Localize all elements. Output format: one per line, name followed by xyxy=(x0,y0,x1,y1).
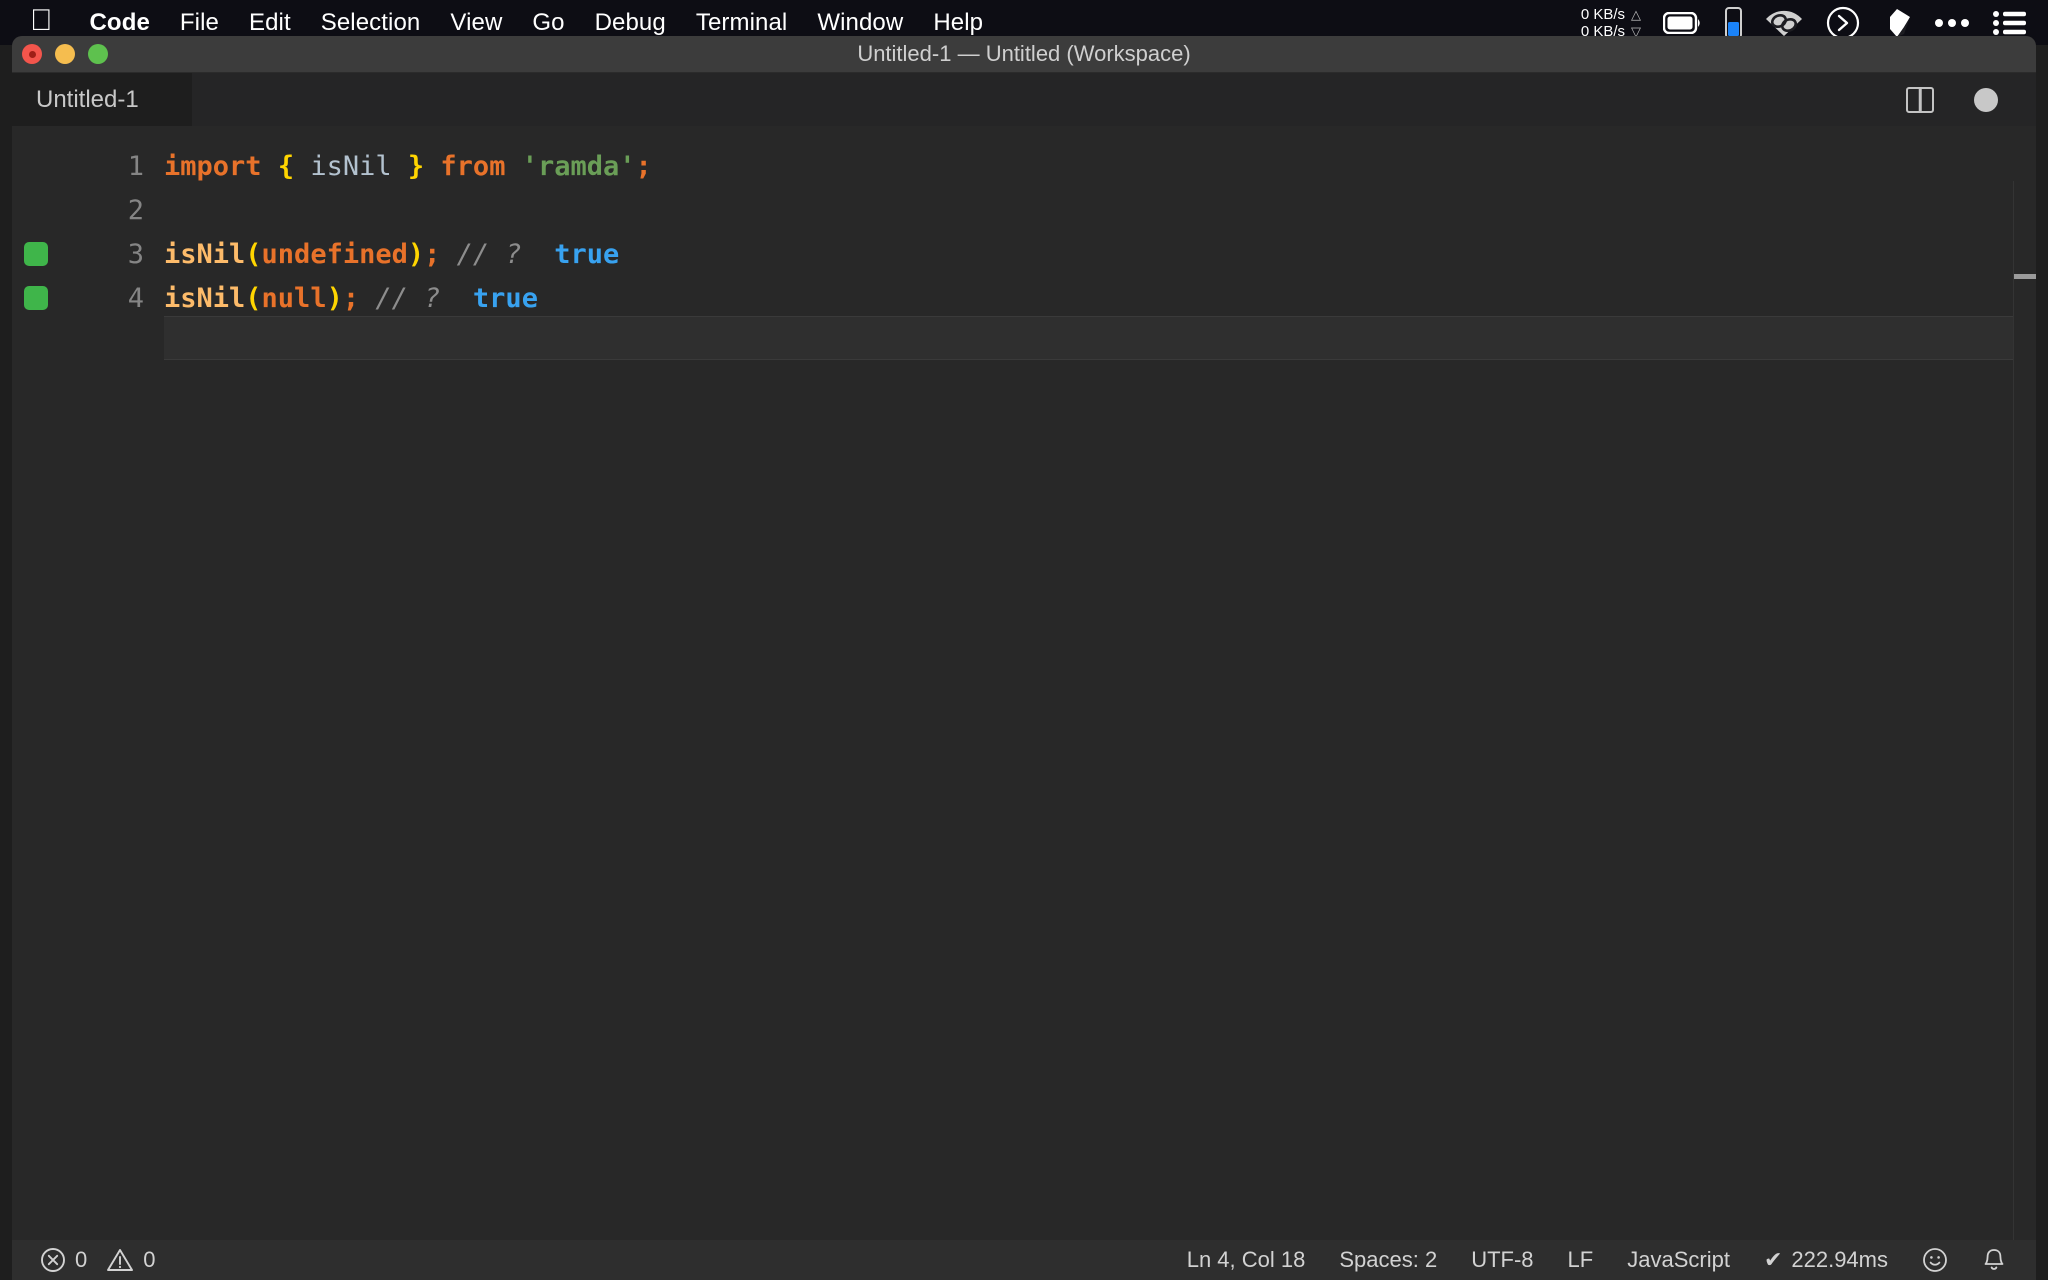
smiley-icon xyxy=(1923,1248,1947,1272)
airdrop-link-icon[interactable] xyxy=(1764,8,1804,38)
language-mode[interactable]: JavaScript xyxy=(1627,1247,1730,1273)
code-line-2[interactable]: 2 xyxy=(12,188,2036,232)
zoom-window-button[interactable] xyxy=(88,44,108,64)
apple-logo-icon[interactable]:  xyxy=(30,5,53,36)
shell-prompt-icon[interactable] xyxy=(1826,6,1860,40)
code-line-4[interactable]: 4 isNil(null); // ? true xyxy=(12,276,2036,320)
error-circle-icon xyxy=(41,1248,65,1272)
indentation-setting[interactable]: Spaces: 2 xyxy=(1339,1247,1437,1273)
encoding-setting[interactable]: UTF-8 xyxy=(1471,1247,1533,1273)
dropbox-icon[interactable] xyxy=(1882,7,1912,39)
quokka-runtime-indicator[interactable]: ✔ 222.94ms xyxy=(1764,1247,1888,1273)
line-number: 4 xyxy=(127,282,144,314)
menu-item-edit[interactable]: Edit xyxy=(234,9,306,37)
warning-triangle-icon xyxy=(107,1249,134,1271)
feedback-button[interactable] xyxy=(1922,1247,1948,1273)
menu-item-go[interactable]: Go xyxy=(517,9,579,37)
window-titlebar: Untitled-1 — Untitled (Workspace) xyxy=(12,36,2036,73)
status-bar-left: 0 0 xyxy=(12,1247,156,1273)
notifications-button[interactable] xyxy=(1982,1247,2006,1273)
upload-arrow-icon: △ xyxy=(1631,6,1641,22)
eol-setting[interactable]: LF xyxy=(1568,1247,1594,1273)
window-title: Untitled-1 — Untitled (Workspace) xyxy=(857,41,1191,66)
network-speed-indicator[interactable]: 0 KB/s △ 0 KB/s ▽ xyxy=(1581,6,1641,40)
menu-bar-status-icons: 0 KB/s △ 0 KB/s ▽ xyxy=(1581,6,2048,40)
menu-item-view[interactable]: View xyxy=(435,9,517,37)
line-number: 1 xyxy=(127,150,144,182)
status-bar-right: Ln 4, Col 18 Spaces: 2 UTF-8 LF JavaScri… xyxy=(1187,1247,2036,1273)
upload-speed: 0 KB/s xyxy=(1580,5,1625,23)
error-count: 0 xyxy=(75,1247,88,1272)
traffic-lights xyxy=(22,44,108,64)
line-content: import { isNil } from 'ramda'; xyxy=(164,150,652,182)
minimize-window-button[interactable] xyxy=(55,44,75,64)
line-content: isNil(undefined); // ? true xyxy=(164,238,620,270)
editor-actions xyxy=(1906,73,2036,126)
current-line-highlight xyxy=(164,316,2014,360)
line-content: isNil(null); // ? true xyxy=(164,282,538,314)
menu-item-selection[interactable]: Selection xyxy=(306,9,436,37)
menu-item-file[interactable]: File xyxy=(165,9,234,37)
check-icon: ✔ xyxy=(1763,1247,1783,1272)
vscode-window: Untitled-1 — Untitled (Workspace) Untitl… xyxy=(12,36,2036,1280)
bell-icon xyxy=(1984,1249,2004,1270)
problems-indicator[interactable]: 0 0 xyxy=(40,1247,156,1273)
menu-item-debug[interactable]: Debug xyxy=(580,9,681,37)
battery-icon[interactable] xyxy=(1663,11,1703,34)
line-number: 3 xyxy=(127,238,144,270)
menu-item-window[interactable]: Window xyxy=(802,9,918,37)
editor-tab-bar: Untitled-1 xyxy=(12,73,2036,126)
warning-count: 0 xyxy=(143,1247,156,1272)
close-window-button[interactable] xyxy=(22,44,42,64)
iphone-battery-icon[interactable] xyxy=(1725,6,1742,39)
menu-item-code[interactable]: Code xyxy=(75,9,165,37)
tab-untitled-1[interactable]: Untitled-1 xyxy=(12,73,192,126)
menu-item-terminal[interactable]: Terminal xyxy=(681,9,803,37)
cursor-position[interactable]: Ln 4, Col 18 xyxy=(1187,1247,1306,1273)
unsaved-dot-icon[interactable] xyxy=(1974,87,1998,112)
code-line-3[interactable]: 3 isNil(undefined); // ? true xyxy=(12,232,2036,276)
line-number: 2 xyxy=(127,194,144,226)
code-line-1[interactable]: 1 import { isNil } from 'ramda'; xyxy=(12,144,2036,188)
code-editor[interactable]: 1 import { isNil } from 'ramda'; 2 3 isN… xyxy=(12,126,2036,1240)
runtime-value: 222.94ms xyxy=(1791,1247,1888,1272)
tab-label: Untitled-1 xyxy=(36,85,139,113)
ellipsis-icon[interactable] xyxy=(1934,17,1970,29)
status-bar: 0 0 Ln 4, Col 18 Spaces: 2 UTF-8 LF Java… xyxy=(12,1240,2036,1280)
menu-item-help[interactable]: Help xyxy=(918,9,998,37)
control-center-list-icon[interactable] xyxy=(1992,10,2026,36)
split-editor-icon[interactable] xyxy=(1906,86,1934,113)
